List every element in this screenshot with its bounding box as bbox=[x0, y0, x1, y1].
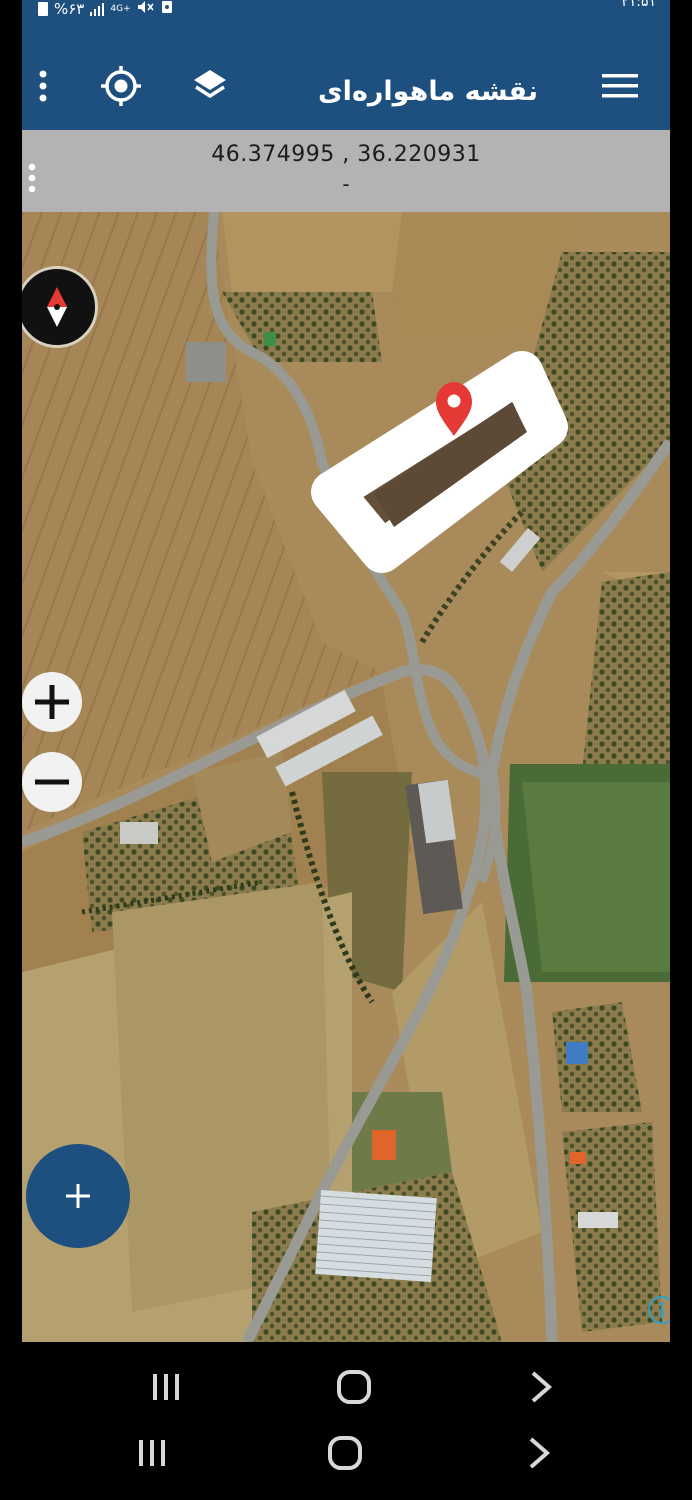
my-location-icon[interactable] bbox=[98, 64, 144, 108]
yard bbox=[186, 342, 226, 382]
navigation-bar bbox=[0, 1422, 692, 1484]
minus-icon bbox=[35, 779, 69, 785]
app-bar: نقشه ماهواره‌ای bbox=[22, 24, 670, 130]
building bbox=[578, 1212, 618, 1228]
green-field bbox=[522, 782, 670, 972]
battery-icon bbox=[38, 2, 48, 16]
signal-icon bbox=[90, 2, 105, 16]
greenhouse bbox=[315, 1190, 437, 1282]
notification-icon bbox=[161, 0, 173, 18]
phone-screen: %۶۳ 4G+ ۲۱:۵۱ نقشه ماهواره‌ای bbox=[0, 0, 692, 1500]
clock: ۲۱:۵۱ bbox=[621, 0, 656, 10]
page-title: نقشه ماهواره‌ای bbox=[317, 76, 538, 107]
back-icon[interactable] bbox=[516, 1356, 566, 1418]
add-point-button[interactable] bbox=[26, 1144, 130, 1248]
plus-icon bbox=[35, 685, 69, 719]
recents-icon[interactable] bbox=[136, 1356, 196, 1418]
plus-icon bbox=[66, 1184, 90, 1208]
coordinates-subtext: - bbox=[342, 172, 350, 196]
coordinates-bar: 46.374995 , 36.220931 - bbox=[22, 130, 670, 212]
home-icon[interactable] bbox=[322, 1356, 386, 1418]
coordinates-text: 46.374995 , 36.220931 bbox=[211, 142, 481, 167]
hamburger-menu-icon[interactable] bbox=[598, 64, 642, 108]
battery-level: %۶۳ bbox=[54, 0, 85, 18]
more-vertical-icon[interactable] bbox=[30, 64, 56, 108]
building bbox=[264, 332, 276, 346]
home-icon[interactable] bbox=[312, 1422, 378, 1484]
mute-icon bbox=[137, 0, 155, 18]
building bbox=[120, 822, 158, 844]
building bbox=[372, 1130, 396, 1160]
navigation-bar bbox=[0, 1356, 692, 1418]
layers-icon[interactable] bbox=[188, 64, 232, 108]
recents-icon[interactable] bbox=[122, 1422, 182, 1484]
status-bar: %۶۳ 4G+ ۲۱:۵۱ bbox=[22, 0, 670, 24]
back-icon[interactable] bbox=[514, 1422, 564, 1484]
satellite-map[interactable] bbox=[22, 212, 670, 1342]
zoom-in-button[interactable] bbox=[22, 672, 82, 732]
building bbox=[566, 1042, 588, 1064]
zoom-out-button[interactable] bbox=[22, 752, 82, 812]
info-icon[interactable] bbox=[648, 1296, 670, 1324]
network-type: 4G+ bbox=[110, 4, 131, 14]
field bbox=[222, 212, 402, 292]
building bbox=[570, 1152, 586, 1164]
